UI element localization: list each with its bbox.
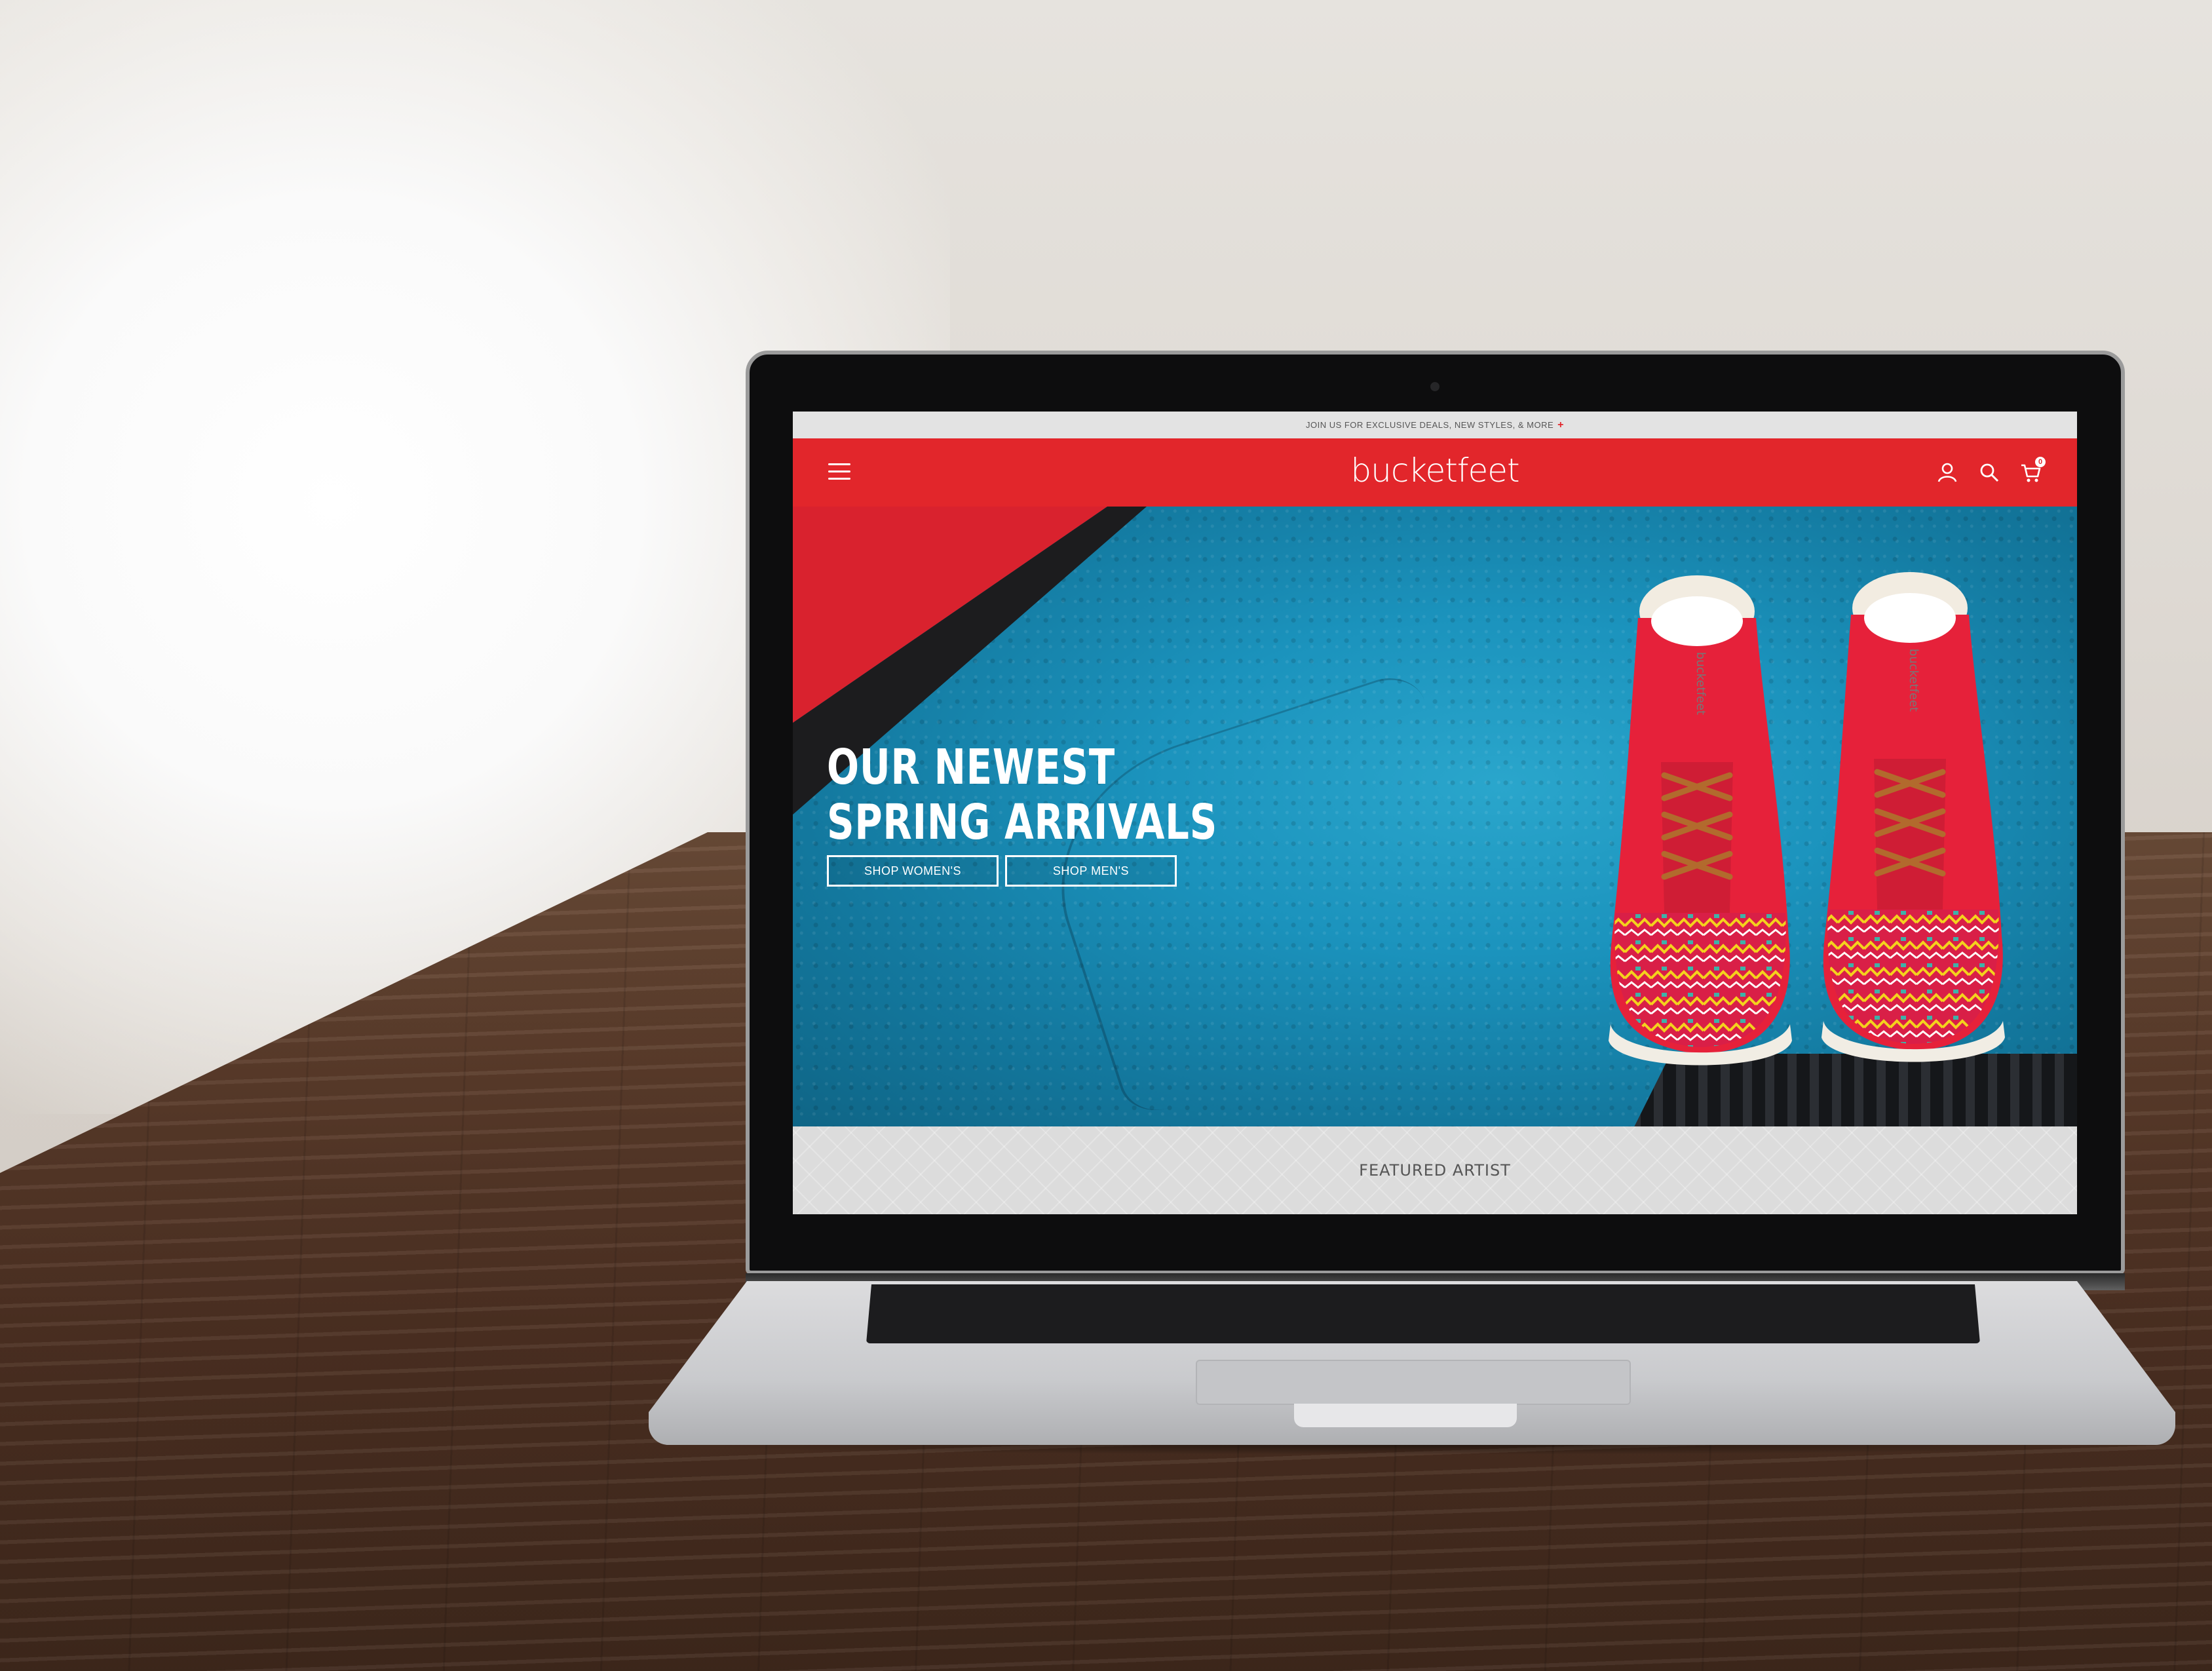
user-icon[interactable] (1936, 461, 1959, 484)
wall-crack (1025, 668, 1520, 1121)
hero-copy: OUR NEWEST SPRING ARRIVALS SHOP WOMEN'S … (827, 740, 1327, 887)
svg-text:bucketfeet: bucketfeet (1694, 652, 1707, 715)
featured-artist-title: FEATURED ARTIST (1359, 1161, 1511, 1180)
laptop-keyboard (866, 1284, 1980, 1343)
hero-title-line2: SPRING ARRIVALS (827, 794, 1218, 851)
shop-mens-button[interactable]: SHOP MEN'S (1005, 855, 1177, 887)
header-actions: 0 (1936, 457, 2046, 484)
hero-title-line1: OUR NEWEST (827, 739, 1116, 796)
laptop-trackpad (1196, 1360, 1631, 1405)
svg-text:bucketfeet: bucketfeet (1907, 649, 1920, 712)
site-logo[interactable]: bucketfeet (793, 451, 2077, 490)
red-sneaker-left: bucketfeet (1609, 575, 1792, 1066)
promo-text: JOIN US FOR EXCLUSIVE DEALS, NEW STYLES,… (1305, 420, 1554, 430)
cart-count-badge: 0 (2035, 457, 2046, 467)
search-icon[interactable] (1977, 461, 2001, 484)
webcam (1430, 382, 1440, 391)
cart-icon[interactable]: 0 (2019, 457, 2046, 484)
hero-banner: bucketfeet bucketfeet OUR NEWEST SPRING … (793, 507, 2077, 1126)
site-header: bucketfeet 0 (793, 438, 2077, 507)
promo-bar[interactable]: JOIN US FOR EXCLUSIVE DEALS, NEW STYLES,… (793, 412, 2077, 438)
hero-buttons: SHOP WOMEN'S SHOP MEN'S (827, 855, 1327, 887)
plus-icon[interactable]: + (1557, 419, 1564, 431)
red-sneaker-right: bucketfeet (1821, 572, 2005, 1062)
featured-artist-section: FEATURED ARTIST (793, 1126, 2077, 1214)
laptop-screen: JOIN US FOR EXCLUSIVE DEALS, NEW STYLES,… (793, 412, 2077, 1214)
laptop-notch (1294, 1404, 1517, 1427)
shop-womens-button[interactable]: SHOP WOMEN'S (827, 855, 999, 887)
